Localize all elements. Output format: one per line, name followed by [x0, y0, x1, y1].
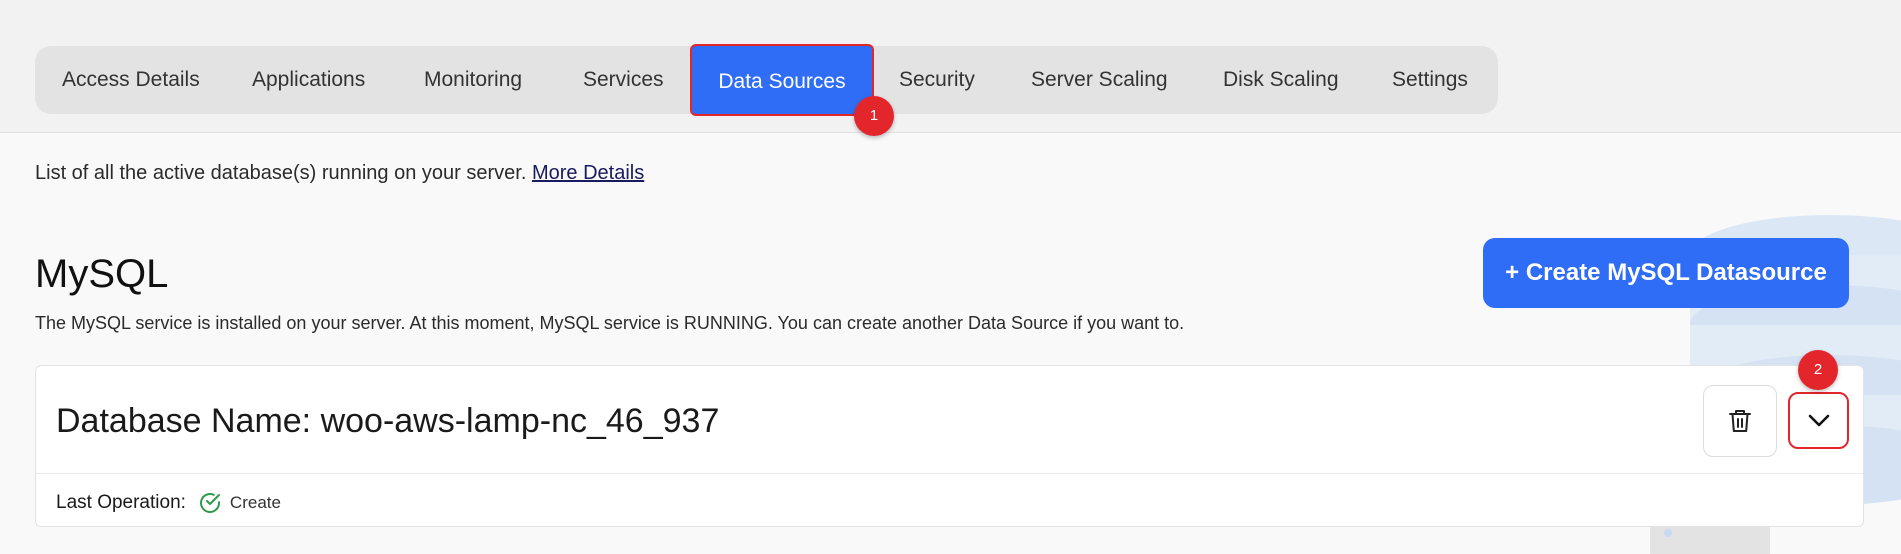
- tab-services[interactable]: Services: [583, 46, 664, 114]
- last-operation-status: Create: [198, 491, 281, 515]
- tab-applications[interactable]: Applications: [252, 46, 365, 114]
- tab-access-details[interactable]: Access Details: [62, 46, 200, 114]
- more-details-link[interactable]: More Details: [532, 162, 644, 184]
- tab-data-sources[interactable]: Data Sources: [690, 44, 874, 116]
- trash-icon: [1729, 410, 1751, 432]
- tab-disk-scaling[interactable]: Disk Scaling: [1223, 46, 1339, 114]
- tab-monitoring[interactable]: Monitoring: [424, 46, 522, 114]
- tab-settings[interactable]: Settings: [1392, 46, 1468, 114]
- chevron-down-icon: [1808, 414, 1829, 426]
- last-operation: Last Operation: Create: [56, 491, 281, 515]
- last-operation-value: Create: [229, 493, 281, 512]
- check-circle-icon: [199, 493, 220, 513]
- last-operation-label: Last Operation:: [56, 492, 186, 513]
- expand-database-button[interactable]: [1788, 392, 1849, 449]
- database-name: Database Name: woo-aws-lamp-nc_46_937: [56, 402, 720, 440]
- step-marker-1: 1: [854, 96, 894, 136]
- tab-security[interactable]: Security: [899, 46, 975, 114]
- database-card: Database Name: woo-aws-lamp-nc_46_937 La…: [35, 365, 1864, 527]
- mysql-heading: MySQL: [35, 252, 169, 296]
- mysql-description: The MySQL service is installed on your s…: [35, 313, 1185, 333]
- create-mysql-datasource-button[interactable]: + Create MySQL Datasource: [1483, 238, 1849, 308]
- tab-bar: Access Details Applications Monitoring S…: [35, 44, 1498, 116]
- tab-server-scaling[interactable]: Server Scaling: [1031, 46, 1168, 114]
- intro-description: List of all the active database(s) runni…: [35, 162, 527, 184]
- delete-database-button[interactable]: [1703, 385, 1777, 457]
- step-marker-2: 2: [1798, 350, 1838, 390]
- database-card-header: Database Name: woo-aws-lamp-nc_46_937: [36, 366, 1863, 474]
- intro-text: List of all the active database(s) runni…: [35, 162, 644, 185]
